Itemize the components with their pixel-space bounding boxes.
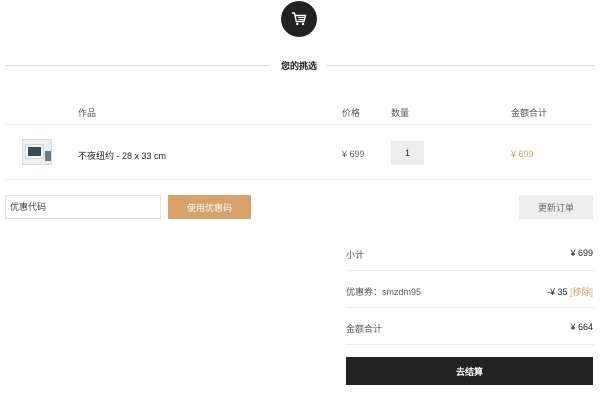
table-row-divider	[5, 179, 593, 180]
thumbnail-side-frame	[45, 151, 51, 161]
subtotal-label: 小计	[346, 250, 365, 260]
cart-badge	[281, 1, 317, 37]
checkout-button[interactable]: 去结算	[346, 357, 593, 385]
section-title: 您的挑选	[0, 58, 600, 72]
summary-divider	[346, 270, 594, 271]
apply-coupon-button[interactable]: 使用优惠码	[168, 195, 251, 219]
table-header-divider	[5, 124, 593, 125]
divider-right	[327, 65, 595, 66]
summary-divider	[346, 344, 594, 345]
order-total-value: ¥ 664	[570, 322, 593, 332]
column-header-total: 金额合计	[511, 108, 548, 118]
coupon-discount-amount: -¥ 35	[546, 287, 568, 297]
product-price: ¥ 699	[342, 149, 365, 159]
column-header-price: 价格	[342, 108, 361, 118]
subtotal-value: ¥ 699	[570, 248, 593, 258]
coupon-code-input[interactable]	[5, 195, 161, 219]
shopping-cart-icon	[292, 12, 307, 26]
section-title-label: 您的挑选	[280, 61, 317, 71]
coupon-applied-value: -¥ 35 [移除]	[547, 285, 593, 298]
quantity-field[interactable]: 1	[391, 141, 424, 165]
product-name[interactable]: 不夜纽约 - 28 x 33 cm	[78, 149, 166, 162]
column-header-product: 作品	[78, 108, 97, 118]
framed-artwork-thumbnail	[26, 145, 43, 158]
product-thumbnail[interactable]	[22, 139, 52, 165]
coupon-applied-label: 优惠券：smzdm95	[346, 287, 422, 297]
update-order-button[interactable]: 更新订单	[519, 195, 593, 219]
column-header-quantity: 数量	[391, 108, 410, 118]
order-total-label: 金额合计	[346, 324, 383, 334]
summary-divider	[346, 307, 594, 308]
divider-left	[5, 65, 270, 66]
remove-coupon-link[interactable]: [移除]	[570, 287, 593, 297]
product-line-total: ¥ 699	[511, 149, 534, 159]
